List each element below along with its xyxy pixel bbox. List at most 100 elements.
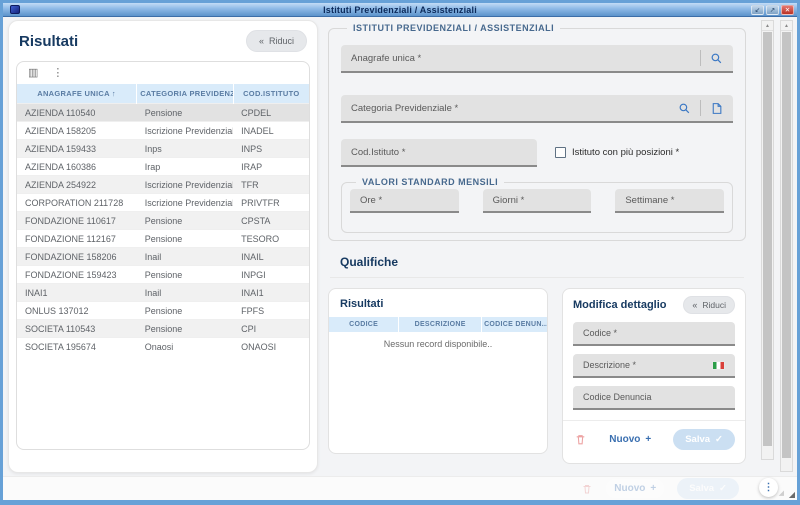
outer-scrollbar[interactable]: ▲ xyxy=(780,20,793,472)
descrizione-field[interactable]: Descrizione * xyxy=(573,354,735,378)
salva-button[interactable]: Salva ✓ xyxy=(673,429,735,450)
table-row[interactable]: SOCIETA 195674OnaosiONAOSI xyxy=(17,338,309,356)
table-cell[interactable]: CORPORATION 211728 xyxy=(17,194,137,212)
table-row[interactable]: INAI1InailINAI1 xyxy=(17,284,309,302)
scrollbar-thumb[interactable] xyxy=(782,32,791,458)
table-cell[interactable]: AZIENDA 254922 xyxy=(17,176,137,194)
table-cell[interactable]: INPS xyxy=(233,140,309,158)
table-cell[interactable]: AZIENDA 110540 xyxy=(17,104,137,122)
table-row[interactable]: AZIENDA 160386IrapIRAP xyxy=(17,158,309,176)
table-menu-icon[interactable]: ⋮ xyxy=(52,68,63,79)
codice-denuncia-field[interactable]: Codice Denuncia xyxy=(573,386,735,410)
collapse-dettaglio-button[interactable]: « Riduci xyxy=(683,296,735,314)
table-cell[interactable]: TFR xyxy=(233,176,309,194)
table-cell[interactable]: CPI xyxy=(233,320,309,338)
table-row[interactable]: AZIENDA 159433InpsINPS xyxy=(17,140,309,158)
table-cell[interactable]: Inps xyxy=(137,140,233,158)
column-header-codice[interactable]: CODICE xyxy=(329,317,399,332)
table-cell[interactable]: Pensione xyxy=(137,104,233,122)
table-cell[interactable]: Iscrizione Previdenziale xyxy=(137,122,233,140)
column-header-descrizione[interactable]: DESCRIZIONE xyxy=(399,317,482,332)
restore-window-button[interactable]: ↙ xyxy=(751,5,764,15)
column-header-categoria[interactable]: CATEGORIA PREVIDENZI.. xyxy=(137,84,233,104)
table-cell[interactable]: Pensione xyxy=(137,320,233,338)
table-cell[interactable]: Pensione xyxy=(137,230,233,248)
table-row[interactable]: FONDAZIONE 112167PensioneTESORO xyxy=(17,230,309,248)
table-cell[interactable]: FPFS xyxy=(233,302,309,320)
divider xyxy=(563,420,745,421)
table-cell[interactable]: AZIENDA 160386 xyxy=(17,158,137,176)
table-cell[interactable]: INAI1 xyxy=(17,284,137,302)
search-icon[interactable] xyxy=(678,102,691,115)
nuovo-button[interactable]: Nuovo + xyxy=(601,430,659,449)
codice-field[interactable]: Codice * xyxy=(573,322,735,346)
table-cell[interactable]: FONDAZIONE 159423 xyxy=(17,266,137,284)
categoria-previdenziale-field[interactable]: Categoria Previdenziale * xyxy=(341,95,733,123)
table-cell[interactable]: Pensione xyxy=(137,302,233,320)
table-cell[interactable]: SOCIETA 195674 xyxy=(17,338,137,356)
table-row[interactable]: ONLUS 137012PensioneFPFS xyxy=(17,302,309,320)
table-cell[interactable]: Onaosi xyxy=(137,338,233,356)
columns-icon[interactable]: ▥ xyxy=(28,68,38,79)
table-cell[interactable]: AZIENDA 159433 xyxy=(17,140,137,158)
footer-menu-button[interactable]: ⋮ xyxy=(759,478,778,497)
table-cell[interactable]: CPSTA xyxy=(233,212,309,230)
table-row[interactable]: CORPORATION 211728Iscrizione Previdenzia… xyxy=(17,194,309,212)
table-cell[interactable]: ONLUS 137012 xyxy=(17,302,137,320)
table-cell[interactable]: AZIENDA 158205 xyxy=(17,122,137,140)
table-cell[interactable]: TESORO xyxy=(233,230,309,248)
table-cell[interactable]: PRIVTFR xyxy=(233,194,309,212)
new-document-icon[interactable] xyxy=(710,102,723,115)
table-cell[interactable]: FONDAZIONE 158206 xyxy=(17,248,137,266)
table-cell[interactable]: CPDEL xyxy=(233,104,309,122)
table-row[interactable]: AZIENDA 158205Iscrizione PrevidenzialeIN… xyxy=(17,122,309,140)
table-cell[interactable]: Pensione xyxy=(137,212,233,230)
table-cell[interactable]: ONAOSI xyxy=(233,338,309,356)
delete-icon[interactable] xyxy=(574,433,587,446)
settimane-field[interactable]: Settimane * xyxy=(615,189,724,213)
scrollbar-thumb[interactable] xyxy=(763,32,772,446)
table-cell[interactable]: Pensione xyxy=(137,266,233,284)
table-cell[interactable]: Iscrizione Previdenziale xyxy=(137,176,233,194)
close-window-button[interactable]: ✕ xyxy=(781,5,794,15)
search-icon[interactable] xyxy=(710,52,723,65)
table-row[interactable]: AZIENDA 110540PensioneCPDEL xyxy=(17,104,309,122)
delete-icon[interactable] xyxy=(581,483,593,495)
column-header-anagrafe[interactable]: ANAGRAFE UNICA ↑ xyxy=(17,84,137,104)
table-cell[interactable]: INADEL xyxy=(233,122,309,140)
footer-nuovo-button[interactable]: Nuovo + xyxy=(606,479,664,498)
resize-grip[interactable]: ◢ xyxy=(789,490,795,499)
table-cell[interactable]: INAIL xyxy=(233,248,309,266)
table-cell[interactable]: FONDAZIONE 112167 xyxy=(17,230,137,248)
table-cell[interactable]: INPGI xyxy=(233,266,309,284)
istituto-piu-posizioni-label: Istituto con più posizioni * xyxy=(572,147,679,158)
table-cell[interactable]: IRAP xyxy=(233,158,309,176)
footer-salva-button[interactable]: Salva ✓ xyxy=(677,478,739,499)
maximize-window-button[interactable]: ↗ xyxy=(766,5,779,15)
istituto-piu-posizioni-checkbox[interactable] xyxy=(555,147,566,158)
collapse-results-button[interactable]: « Riduci xyxy=(246,30,307,52)
scroll-up-icon[interactable]: ▲ xyxy=(781,21,792,31)
window-content: Risultati « Riduci ▥ ⋮ ANAGRAFE UNI xyxy=(3,17,797,500)
ore-field[interactable]: Ore * xyxy=(350,189,459,213)
table-row[interactable]: FONDAZIONE 159423PensioneINPGI xyxy=(17,266,309,284)
table-cell[interactable]: INAI1 xyxy=(233,284,309,302)
table-row[interactable]: SOCIETA 110543PensioneCPI xyxy=(17,320,309,338)
cod-istituto-field[interactable]: Cod.Istituto * xyxy=(341,139,537,167)
table-row[interactable]: AZIENDA 254922Iscrizione PrevidenzialeTF… xyxy=(17,176,309,194)
table-cell[interactable]: Irap xyxy=(137,158,233,176)
sort-ascending-icon[interactable]: ↑ xyxy=(112,89,116,98)
scroll-up-icon[interactable]: ▲ xyxy=(762,21,773,31)
table-row[interactable]: FONDAZIONE 158206InailINAIL xyxy=(17,248,309,266)
table-cell[interactable]: FONDAZIONE 110617 xyxy=(17,212,137,230)
table-cell[interactable]: Inail xyxy=(137,284,233,302)
table-cell[interactable]: SOCIETA 110543 xyxy=(17,320,137,338)
anagrafe-unica-field[interactable]: Anagrafe unica * xyxy=(341,45,733,73)
table-row[interactable]: FONDAZIONE 110617PensioneCPSTA xyxy=(17,212,309,230)
inner-scrollbar[interactable]: ▲ xyxy=(761,20,774,460)
table-cell[interactable]: Iscrizione Previdenziale xyxy=(137,194,233,212)
giorni-field[interactable]: Giorni * xyxy=(483,189,592,213)
column-header-cod-istituto[interactable]: COD.ISTITUTO xyxy=(233,84,309,104)
column-header-codice-denuncia[interactable]: CODICE DENUN... xyxy=(482,317,547,332)
table-cell[interactable]: Inail xyxy=(137,248,233,266)
